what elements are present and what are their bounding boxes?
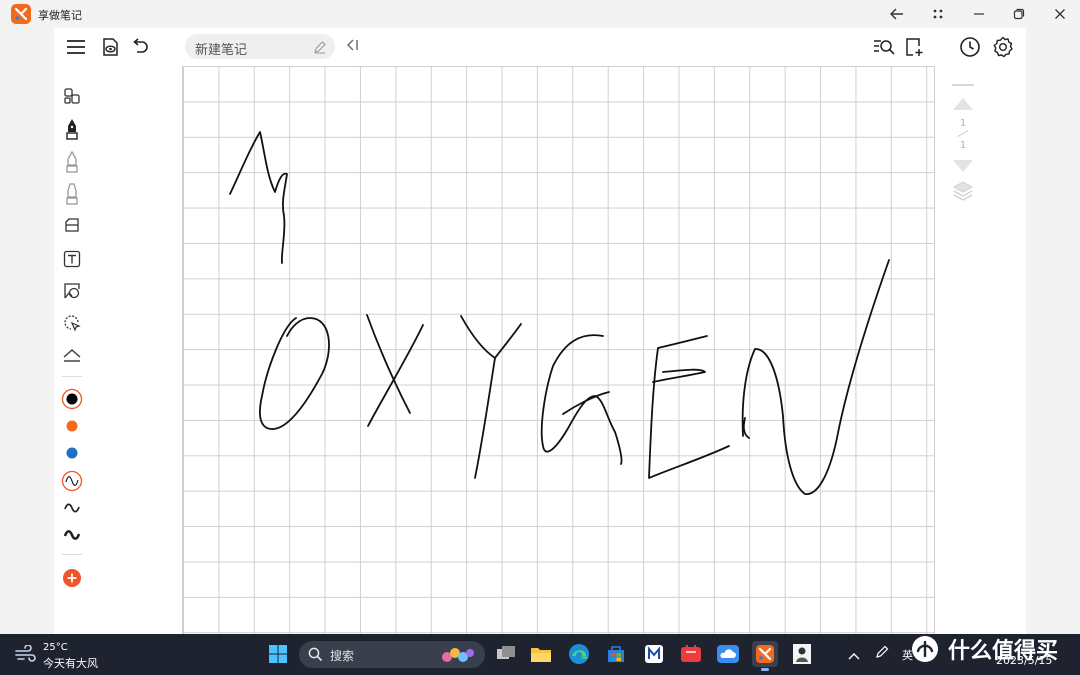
page-up-icon[interactable] bbox=[952, 96, 974, 115]
current-page-number: 1 bbox=[959, 118, 967, 129]
app-title: 享做笔记 bbox=[38, 9, 82, 22]
photo-app-icon[interactable] bbox=[789, 641, 815, 667]
reader-view-icon[interactable] bbox=[97, 34, 123, 60]
tool-palette bbox=[54, 66, 90, 634]
palette-divider bbox=[62, 554, 82, 555]
page-down-icon[interactable] bbox=[952, 158, 974, 177]
close-button[interactable] bbox=[1047, 2, 1073, 26]
start-icon[interactable] bbox=[265, 641, 291, 667]
watermark-logo-icon bbox=[912, 636, 938, 662]
page-navigator: 1 1 bbox=[950, 80, 976, 210]
cloud-icon[interactable] bbox=[715, 641, 741, 667]
handwriting-ink bbox=[229, 131, 890, 495]
app-m-icon[interactable] bbox=[641, 641, 667, 667]
stroke-medium[interactable] bbox=[60, 496, 84, 520]
taskbar-search[interactable]: 搜索 bbox=[299, 641, 485, 668]
highlighter-icon[interactable] bbox=[60, 182, 84, 206]
weather-description: 今天有大风 bbox=[43, 657, 98, 670]
search-icon bbox=[308, 647, 323, 666]
app-logo-icon bbox=[11, 4, 31, 24]
settings-gear-icon[interactable] bbox=[990, 34, 1016, 60]
history-clock-icon[interactable] bbox=[957, 34, 983, 60]
add-tool-button[interactable] bbox=[60, 566, 84, 590]
collapse-panel-icon[interactable] bbox=[344, 37, 360, 57]
color-black-selected[interactable] bbox=[60, 387, 84, 411]
layers-icon[interactable] bbox=[952, 180, 974, 206]
text-box-icon[interactable] bbox=[60, 247, 84, 271]
palette-divider bbox=[62, 376, 82, 377]
weather-temperature: 25°C bbox=[43, 642, 68, 653]
add-page-icon[interactable] bbox=[901, 34, 927, 60]
page-nav-bar bbox=[952, 84, 974, 86]
search-placeholder: 搜索 bbox=[330, 649, 355, 663]
top-toolbar: 新建笔记 bbox=[54, 28, 1026, 66]
lasso-icon[interactable] bbox=[60, 311, 84, 335]
more-grid-icon[interactable] bbox=[925, 2, 951, 26]
title-bar: 享做笔记 bbox=[0, 0, 1080, 28]
file-explorer-icon[interactable] bbox=[528, 641, 554, 667]
stroke-thick[interactable] bbox=[60, 523, 84, 547]
minimize-button[interactable] bbox=[966, 2, 992, 26]
active-indicator bbox=[761, 668, 769, 671]
eraser-icon[interactable] bbox=[60, 214, 84, 238]
site-watermark: 什么值得买 bbox=[908, 634, 1080, 664]
edge-icon[interactable] bbox=[566, 641, 592, 667]
search-note-icon[interactable] bbox=[871, 34, 897, 60]
tray-chevron-up-icon[interactable] bbox=[848, 646, 860, 665]
layout-switch-icon[interactable] bbox=[60, 84, 84, 108]
grid-canvas[interactable] bbox=[182, 66, 935, 634]
fountain-pen-icon[interactable] bbox=[60, 117, 84, 141]
xiangzuo-app-icon[interactable] bbox=[752, 641, 778, 671]
search-highlight-icon bbox=[441, 645, 475, 669]
note-title-field[interactable]: 新建笔记 bbox=[185, 34, 335, 59]
stroke-thin-selected[interactable] bbox=[60, 469, 84, 493]
pencil-icon[interactable] bbox=[60, 150, 84, 174]
restore-button[interactable] bbox=[1006, 2, 1032, 26]
watermark-text: 什么值得买 bbox=[948, 639, 1059, 664]
color-blue[interactable] bbox=[60, 441, 84, 465]
color-orange[interactable] bbox=[60, 414, 84, 438]
page-separator bbox=[957, 130, 969, 137]
windy-weather-icon[interactable] bbox=[14, 644, 36, 667]
note-title: 新建笔记 bbox=[195, 43, 248, 58]
undo-icon[interactable] bbox=[127, 34, 153, 60]
store-icon[interactable] bbox=[603, 641, 629, 667]
task-view-icon[interactable] bbox=[493, 641, 519, 667]
back-arrow-icon[interactable] bbox=[884, 2, 910, 26]
ruler-icon[interactable] bbox=[60, 343, 84, 367]
menu-icon[interactable] bbox=[63, 34, 89, 60]
image-shape-icon[interactable] bbox=[60, 279, 84, 303]
total-page-number: 1 bbox=[959, 140, 967, 151]
edit-pencil-icon[interactable] bbox=[313, 39, 327, 58]
note-app: 新建笔记 1 1 bbox=[54, 28, 1026, 634]
pen-tray-icon[interactable] bbox=[874, 644, 890, 664]
huawei-app-icon[interactable] bbox=[678, 641, 704, 667]
